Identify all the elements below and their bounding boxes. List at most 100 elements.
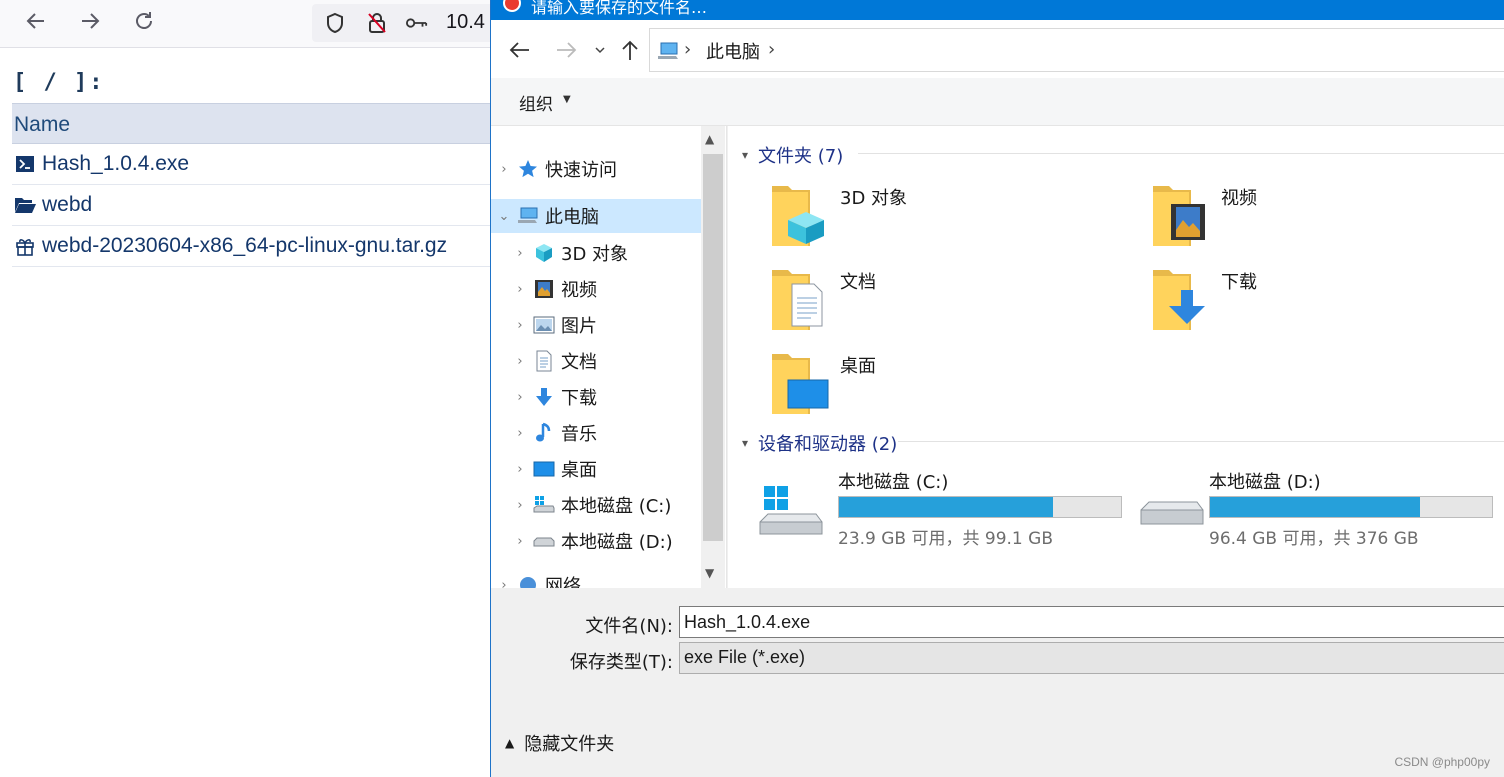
- chevron-right-icon[interactable]: ›: [513, 282, 527, 297]
- chevron-right-icon[interactable]: ›: [497, 162, 511, 177]
- navigation-pane: › 快速访问 ⌄ 此电脑 › 3D 对象 › 视频 › 图片 › 文档 › 下载…: [491, 126, 727, 588]
- chevron-right-icon[interactable]: ›: [513, 462, 527, 477]
- hide-folders-toggle[interactable]: ▲ 隐藏文件夹: [505, 730, 614, 756]
- breadcrumb-this-pc[interactable]: 此电脑: [706, 38, 760, 64]
- nav-item-drive-d[interactable]: › 本地磁盘 (D:): [513, 524, 723, 558]
- video-film-icon: [533, 278, 555, 300]
- network-icon: [517, 574, 539, 588]
- folder-tile-videos[interactable]: 视频: [1151, 182, 1491, 252]
- chevron-right-icon[interactable]: ›: [513, 246, 527, 261]
- folder-downloads-icon: [1151, 266, 1211, 336]
- chevron-right-icon[interactable]: ›: [513, 534, 527, 549]
- nav-item-network[interactable]: › 网络: [497, 568, 707, 588]
- caret-down-icon[interactable]: ▼: [563, 94, 571, 105]
- shield-icon[interactable]: [324, 12, 346, 34]
- folder-tile-desktop[interactable]: 桌面: [770, 350, 1110, 420]
- pictures-icon: [533, 314, 555, 336]
- filetype-select[interactable]: exe File (*.exe): [679, 642, 1504, 674]
- folder-label: 视频: [1221, 188, 1257, 209]
- document-icon: [533, 350, 555, 372]
- key-icon[interactable]: [406, 12, 428, 34]
- nav-item-documents[interactable]: › 文档: [513, 344, 723, 378]
- drive-label: 本地磁盘 (C:): [838, 472, 949, 493]
- file-name[interactable]: webd: [42, 193, 92, 217]
- terminal-icon: [14, 153, 36, 175]
- drive-tile-d[interactable]: 本地磁盘 (D:) 96.4 GB 可用，共 376 GB: [1139, 466, 1504, 556]
- nav-label: 本地磁盘 (D:): [561, 532, 673, 553]
- windows-drive-icon: [758, 484, 823, 554]
- divider: [858, 153, 1504, 154]
- chevron-right-icon[interactable]: ›: [497, 578, 511, 589]
- back-icon[interactable]: [19, 6, 53, 36]
- back-icon[interactable]: [505, 36, 535, 64]
- up-arrow-icon[interactable]: [615, 36, 645, 64]
- save-file-dialog: 请输入要保存的文件名… › 此电脑 › 组织 ▼ › 快速访问 ⌄ 此电脑 › …: [490, 0, 1504, 777]
- file-row[interactable]: webd-20230604-x86_64-pc-linux-gnu.tar.gz: [12, 226, 492, 267]
- chevron-down-icon[interactable]: ▾: [742, 436, 748, 450]
- nav-item-desktop[interactable]: › 桌面: [513, 452, 723, 486]
- drives-group-header[interactable]: ▾ 设备和驱动器 (2): [742, 430, 897, 456]
- folders-group-header[interactable]: ▾ 文件夹 (7): [742, 142, 843, 168]
- file-name[interactable]: webd-20230604-x86_64-pc-linux-gnu.tar.gz: [42, 234, 447, 258]
- nav-item-drive-c[interactable]: › 本地磁盘 (C:): [513, 488, 723, 522]
- forward-icon[interactable]: [73, 6, 107, 36]
- nav-label: 视频: [561, 280, 597, 301]
- filename-input[interactable]: [679, 606, 1504, 638]
- nav-item-music[interactable]: › 音乐: [513, 416, 723, 450]
- this-pc-icon: [517, 205, 539, 227]
- chevron-right-icon[interactable]: ›: [684, 39, 691, 60]
- group-title: 设备和驱动器 (2): [758, 434, 898, 455]
- chevron-right-icon[interactable]: ›: [513, 426, 527, 441]
- file-row[interactable]: Hash_1.0.4.exe: [12, 144, 492, 185]
- insecure-lock-icon[interactable]: [366, 12, 388, 34]
- chevron-right-icon[interactable]: ›: [513, 318, 527, 333]
- chevron-right-icon[interactable]: ›: [513, 390, 527, 405]
- chevron-right-icon[interactable]: ›: [768, 39, 775, 60]
- filename-label: 文件名(N):: [585, 616, 673, 637]
- nav-item-quick-access[interactable]: › 快速访问: [497, 152, 707, 186]
- folder-tile-3d-objects[interactable]: 3D 对象: [770, 182, 1110, 252]
- scroll-up-icon[interactable]: ▲: [705, 132, 714, 146]
- nav-item-videos[interactable]: › 视频: [513, 272, 723, 306]
- organize-button[interactable]: 组织: [519, 90, 553, 115]
- forward-icon[interactable]: [551, 36, 581, 64]
- hide-folders-label: 隐藏文件夹: [524, 734, 615, 755]
- download-arrow-icon: [533, 386, 555, 408]
- name-column-header[interactable]: Name: [12, 103, 492, 144]
- recent-locations-chevron-icon[interactable]: [585, 36, 615, 64]
- folder-open-icon: [14, 194, 36, 216]
- group-title: 文件夹 (7): [758, 146, 844, 167]
- file-row[interactable]: webd: [12, 185, 492, 226]
- folder-label: 文档: [840, 272, 876, 293]
- nav-item-downloads[interactable]: › 下载: [513, 380, 723, 414]
- folder-label: 桌面: [840, 356, 876, 377]
- drive-tile-c[interactable]: 本地磁盘 (C:) 23.9 GB 可用，共 99.1 GB: [758, 466, 1128, 556]
- nav-label: 此电脑: [545, 207, 599, 228]
- nav-item-this-pc[interactable]: ⌄ 此电脑: [491, 199, 701, 233]
- nav-label: 3D 对象: [561, 244, 629, 265]
- chevron-down-icon[interactable]: ⌄: [497, 209, 511, 224]
- drive-usage-bar: [838, 496, 1122, 518]
- nav-item-3d-objects[interactable]: › 3D 对象: [513, 236, 723, 270]
- chevron-right-icon[interactable]: ›: [513, 354, 527, 369]
- address-bar[interactable]: › 此电脑 ›: [649, 28, 1504, 72]
- nav-scrollbar[interactable]: ▲ ▼: [701, 126, 725, 588]
- chevron-up-icon[interactable]: ▲: [505, 736, 514, 750]
- chevron-right-icon[interactable]: ›: [513, 498, 527, 513]
- url-text[interactable]: 10.4: [446, 11, 485, 34]
- file-name[interactable]: Hash_1.0.4.exe: [42, 152, 189, 176]
- divider: [898, 441, 1504, 442]
- music-note-icon: [533, 422, 555, 444]
- drive-usage-fill: [839, 497, 1054, 517]
- folder-desktop-icon: [770, 350, 830, 420]
- folder-tile-downloads[interactable]: 下载: [1151, 266, 1491, 336]
- dialog-titlebar[interactable]: 请输入要保存的文件名…: [491, 0, 1504, 20]
- scrollbar-thumb[interactable]: [703, 154, 723, 541]
- reload-icon[interactable]: [127, 6, 161, 36]
- nav-item-pictures[interactable]: › 图片: [513, 308, 723, 342]
- chevron-down-icon[interactable]: ▾: [742, 148, 748, 162]
- this-pc-icon: [656, 41, 680, 65]
- scroll-down-icon[interactable]: ▼: [705, 566, 714, 580]
- cube-3d-icon: [533, 242, 555, 264]
- folder-tile-documents[interactable]: 文档: [770, 266, 1110, 336]
